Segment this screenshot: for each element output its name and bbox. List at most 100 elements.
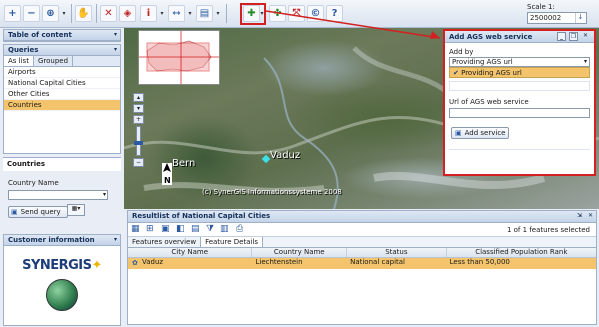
send-query-button[interactable]: ▣ Send query [8, 206, 68, 218]
query-item-other-cities[interactable]: Other Cities [4, 89, 120, 100]
result-list-panel: Resultlist of National Capital Cities ⇲ … [127, 210, 597, 325]
separator [71, 4, 72, 23]
table-icon[interactable]: ▤ [191, 224, 200, 234]
customer-panel: Customer information ▾ SYNERGIS✦ [3, 234, 121, 326]
filter-icon[interactable]: ⧩ [206, 224, 214, 234]
zoom-to-icon[interactable]: ⊞ [146, 224, 154, 234]
chevron-down-icon[interactable]: ▾ [114, 236, 117, 243]
scale-dropdown-icon[interactable]: ↓ [575, 13, 585, 23]
add-by-select[interactable]: Providing AGS url ▾ [449, 57, 590, 67]
add-by-option[interactable]: ✔ Providing AGS url [449, 67, 590, 78]
selection-status: 1 of 1 features selected [506, 226, 590, 234]
overview-map-graphic [139, 31, 219, 84]
minimize-icon[interactable]: _ [557, 32, 566, 41]
add-ags-dialog: Add AGS web service _ ❐ ✕ Add by Providi… [443, 29, 596, 176]
zoom-slider-handle[interactable] [134, 141, 143, 145]
col-city-name[interactable]: City Name [128, 248, 253, 257]
col-population-rank[interactable]: Classified Population Rank [447, 248, 596, 257]
north-arrow-icon: N [162, 163, 172, 185]
scale-label: Scale 1: [527, 3, 555, 11]
toc-panel: Table of content ▾ [3, 29, 121, 42]
add-icon: ▣ [455, 129, 462, 137]
query-item-airports[interactable]: Airports [4, 67, 120, 78]
cell-status: National capital [350, 258, 405, 266]
tab-grouped[interactable]: Grouped [34, 56, 74, 66]
zoom-in-icon[interactable]: + [4, 5, 21, 22]
chevron-down-icon[interactable]: ▾ [584, 58, 587, 65]
result-list-header: Resultlist of National Capital Cities ⇲ … [128, 211, 596, 223]
query-item-national-capitals[interactable]: National Capital Cities [4, 78, 120, 89]
select-all-icon[interactable]: ▣ [161, 224, 170, 234]
clear-selection-icon[interactable]: ✕ [100, 5, 117, 22]
map-navigation: ▴ ▾ + − [133, 93, 146, 173]
map-label-bern: Bern [172, 158, 196, 169]
url-label: Url of AGS web service [449, 98, 529, 106]
zoom-out-icon[interactable]: − [133, 158, 144, 167]
country-name-field[interactable]: ▾ [8, 190, 108, 200]
pan-icon[interactable]: ✋ [75, 5, 92, 22]
url-input[interactable] [449, 108, 590, 118]
countries-title: Countries [3, 157, 121, 171]
query-options-button[interactable]: ▦▾ [67, 204, 85, 216]
query-item-countries[interactable]: Countries [4, 100, 120, 111]
highlight-icon[interactable]: ◧ [176, 224, 185, 234]
result-toolbar: ▦ ⊞ ▣ ◧ ▤ ⧩ ▥ ⎙ 1 of 1 features selected [128, 223, 596, 237]
chevron-down-icon[interactable]: ▾ [114, 31, 117, 38]
zoom-out-icon[interactable]: − [23, 5, 40, 22]
tab-as-list[interactable]: As list [4, 56, 34, 66]
print-icon[interactable]: ⎙ [236, 224, 243, 234]
zoom-in-icon[interactable]: + [133, 115, 144, 124]
tab-feature-details[interactable]: Feature Details [201, 237, 264, 247]
print-icon[interactable]: ▤ [196, 5, 213, 22]
measure-dropdown-icon[interactable]: ▾ [186, 5, 194, 22]
queries-panel: Queries ▾ As list Grouped Airports Nation… [3, 44, 121, 154]
countries-form: Countries Country Name ▾ ▣ Send query ▦▾ [3, 157, 121, 227]
measure-icon[interactable]: ⇿ [168, 5, 185, 22]
properties-icon[interactable]: ▥ [220, 224, 229, 234]
grid-icon[interactable]: ▦ [131, 224, 140, 234]
globe-logo [46, 279, 78, 311]
separator [226, 4, 227, 23]
map-copyright: (c) SynerGIS Informationssysteme 2008 [202, 188, 342, 196]
close-icon[interactable]: ✕ [581, 32, 590, 41]
close-icon[interactable]: ✕ [588, 212, 593, 219]
select-icon[interactable]: ◈ [119, 5, 136, 22]
chevron-down-icon[interactable]: ▾ [114, 46, 117, 53]
print-dropdown-icon[interactable]: ▾ [214, 5, 222, 22]
zoom-extent-icon[interactable]: ⊕ [42, 5, 59, 22]
dialog-header: Add AGS web service _ ❐ ✕ [445, 31, 594, 43]
info-icon[interactable]: i [140, 5, 157, 22]
separator [96, 4, 97, 23]
zoom-slider[interactable] [134, 126, 143, 156]
pan-up-icon[interactable]: ▴ [133, 93, 144, 102]
map-label-vaduz: Vaduz [270, 150, 301, 161]
table-row[interactable]: ✿ Vaduz Liechtenstein National capital L… [128, 258, 596, 269]
send-icon: ▣ [11, 208, 18, 216]
feature-icon: ✿ [132, 259, 138, 267]
tab-features-overview[interactable]: Features overview [128, 237, 202, 247]
info-dropdown-icon[interactable]: ▾ [158, 5, 166, 22]
queries-header[interactable]: Queries ▾ [4, 45, 120, 56]
export-icon[interactable]: ⇲ [577, 212, 582, 219]
restore-icon[interactable]: ❐ [569, 32, 578, 41]
cell-city: ✿ Vaduz [132, 258, 164, 267]
add-by-label: Add by [449, 48, 474, 56]
options-list-area [449, 81, 590, 91]
overview-map[interactable] [138, 30, 220, 85]
checkmark-icon: ✔ [453, 69, 459, 77]
pan-down-icon[interactable]: ▾ [133, 104, 144, 113]
divider [449, 149, 590, 150]
col-status[interactable]: Status [347, 248, 447, 257]
svg-text:N: N [164, 176, 171, 185]
country-name-label: Country Name [8, 179, 59, 187]
synergis-logo: SYNERGIS✦ [22, 258, 102, 273]
chevron-down-icon[interactable]: ▾ [103, 191, 106, 198]
customer-header[interactable]: Customer information ▾ [4, 235, 120, 246]
zoom-dropdown-icon[interactable]: ▾ [60, 5, 68, 22]
col-country-name[interactable]: Country Name [252, 248, 348, 257]
toc-header[interactable]: Table of content ▾ [4, 30, 120, 41]
cell-country: Liechtenstein [255, 258, 303, 266]
callout-arrow [265, 10, 441, 39]
add-service-button[interactable]: ▣ Add service [451, 127, 510, 139]
result-grid-header: City Name Country Name Status Classified… [128, 248, 596, 258]
